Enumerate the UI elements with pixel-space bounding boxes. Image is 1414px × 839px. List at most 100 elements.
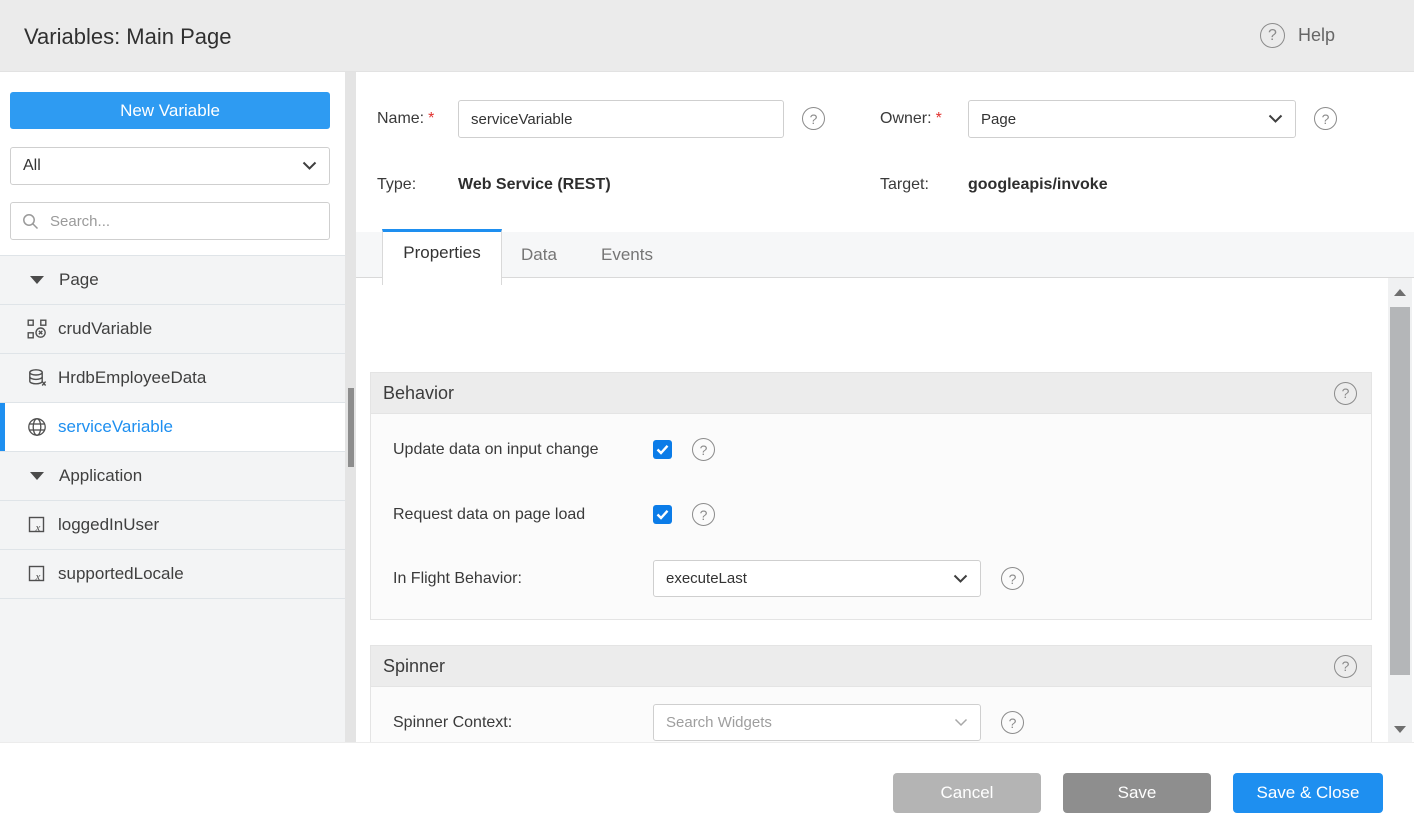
update-data-help-icon[interactable] — [692, 438, 715, 461]
search-icon — [22, 213, 39, 230]
tab-strip: Data Events — [356, 232, 1414, 278]
filter-select-value: All — [23, 157, 41, 175]
variable-type-filter-select[interactable]: All — [10, 147, 330, 185]
update-data-label: Update data on input change — [393, 441, 653, 459]
owner-select-value: Page — [981, 111, 1016, 128]
type-label: Type: — [377, 176, 416, 194]
spinner-context-placeholder: Search Widgets — [666, 714, 772, 731]
svg-text:x: x — [35, 571, 41, 583]
name-help-icon[interactable] — [802, 107, 825, 130]
owner-select[interactable]: Page — [968, 100, 1296, 138]
crud-variable-icon — [27, 319, 47, 339]
scroll-down-arrow-icon[interactable] — [1394, 726, 1406, 733]
page-title: Variables: Main Page — [24, 24, 232, 50]
variable-list: Page crudVariable HrdbEmployeeData — [0, 255, 345, 742]
spinner-context-row: Spinner Context: Search Widgets — [393, 704, 1024, 741]
variable-search-box — [10, 202, 330, 240]
check-icon — [656, 444, 669, 455]
request-data-checkbox[interactable] — [653, 505, 672, 524]
properties-tab-content: Behavior Update data on input change Req… — [356, 278, 1414, 742]
request-data-help-icon[interactable] — [692, 503, 715, 526]
group-label: Page — [59, 270, 99, 290]
variable-label: HrdbEmployeeData — [58, 368, 206, 388]
owner-help-icon[interactable] — [1314, 107, 1337, 130]
variable-label: crudVariable — [58, 319, 152, 339]
required-asterisk: * — [428, 110, 434, 128]
in-flight-label: In Flight Behavior: — [393, 570, 653, 588]
triangle-down-icon — [30, 276, 44, 284]
chevron-down-icon — [953, 574, 968, 584]
save-and-close-button[interactable]: Save & Close — [1233, 773, 1383, 813]
variable-label: loggedInUser — [58, 515, 159, 535]
behavior-title: Behavior — [383, 383, 454, 404]
help-label: Help — [1298, 25, 1335, 46]
tab-properties-active[interactable]: Properties — [382, 229, 502, 285]
in-flight-help-icon[interactable] — [1001, 567, 1024, 590]
variables-dialog: Variables: Main Page Help New Variable A… — [0, 0, 1414, 839]
sidebar-item-servicevariable-selected[interactable]: serviceVariable — [0, 403, 345, 452]
behavior-section: Behavior Update data on input change Req… — [370, 372, 1372, 620]
spinner-context-label: Spinner Context: — [393, 714, 653, 732]
help-icon — [1260, 23, 1285, 48]
sidebar-item-loggedinuser[interactable]: x loggedInUser — [0, 501, 345, 550]
sidebar-item-supportedlocale[interactable]: x supportedLocale — [0, 550, 345, 599]
save-button[interactable]: Save — [1063, 773, 1211, 813]
sidebar-scrollbar[interactable] — [345, 72, 356, 742]
spinner-context-help-icon[interactable] — [1001, 711, 1024, 734]
request-data-label: Request data on page load — [393, 506, 653, 524]
name-label: Name: — [377, 110, 424, 128]
content-scrollbar[interactable] — [1388, 278, 1412, 742]
variable-label: supportedLocale — [58, 564, 184, 584]
target-value: googleapis/invoke — [968, 176, 1108, 194]
tab-events[interactable]: Events — [601, 245, 653, 265]
sidebar-item-crudvariable[interactable]: crudVariable — [0, 305, 345, 354]
owner-label-row: Owner: * — [880, 110, 942, 128]
chevron-down-icon — [954, 718, 968, 727]
content-scrollbar-thumb[interactable] — [1390, 307, 1410, 675]
triangle-down-icon — [30, 472, 44, 480]
sidebar-group-page[interactable]: Page — [0, 256, 345, 305]
search-input[interactable] — [48, 212, 318, 231]
behavior-section-header: Behavior — [371, 373, 1371, 414]
sidebar-scrollbar-thumb[interactable] — [348, 388, 354, 467]
help-button[interactable]: Help — [1260, 23, 1335, 48]
spinner-title: Spinner — [383, 656, 445, 677]
chevron-down-icon — [302, 161, 317, 171]
sidebar-group-application[interactable]: Application — [0, 452, 345, 501]
required-asterisk: * — [936, 110, 942, 128]
spinner-section: Spinner Spinner Context: Search Widgets … — [370, 645, 1372, 742]
variable-label: serviceVariable — [58, 417, 173, 437]
chevron-down-icon — [1268, 114, 1283, 124]
in-flight-select-value: executeLast — [666, 570, 747, 587]
static-variable-icon: x — [27, 515, 47, 535]
dialog-header: Variables: Main Page Help — [0, 0, 1414, 72]
name-input[interactable] — [458, 100, 784, 138]
in-flight-select[interactable]: executeLast — [653, 560, 981, 597]
dialog-footer: Cancel Save Save & Close — [0, 742, 1414, 839]
variables-sidebar: New Variable All Page crudVariable — [0, 72, 345, 742]
variable-detail-panel: Name: * Owner: * Page Type: Web Service … — [356, 72, 1414, 742]
spinner-help-icon[interactable] — [1334, 655, 1357, 678]
name-label-row: Name: * — [377, 110, 434, 128]
request-data-row: Request data on page load — [393, 503, 715, 526]
spinner-context-combobox[interactable]: Search Widgets — [653, 704, 981, 741]
type-value: Web Service (REST) — [458, 176, 611, 194]
svg-text:x: x — [35, 522, 41, 534]
update-data-checkbox[interactable] — [653, 440, 672, 459]
target-label: Target: — [880, 176, 929, 194]
behavior-help-icon[interactable] — [1334, 382, 1357, 405]
in-flight-row: In Flight Behavior: executeLast — [393, 560, 1024, 597]
cancel-button[interactable]: Cancel — [893, 773, 1041, 813]
database-icon — [27, 368, 47, 388]
spinner-section-header: Spinner — [371, 646, 1371, 687]
owner-label: Owner: — [880, 110, 932, 128]
check-icon — [656, 509, 669, 520]
globe-icon — [27, 417, 47, 437]
group-label: Application — [59, 466, 142, 486]
update-data-row: Update data on input change — [393, 438, 715, 461]
static-variable-icon: x — [27, 564, 47, 584]
sidebar-item-hrdbemployeedata[interactable]: HrdbEmployeeData — [0, 354, 345, 403]
tab-data[interactable]: Data — [521, 245, 557, 265]
new-variable-button[interactable]: New Variable — [10, 92, 330, 129]
scroll-up-arrow-icon[interactable] — [1394, 289, 1406, 296]
